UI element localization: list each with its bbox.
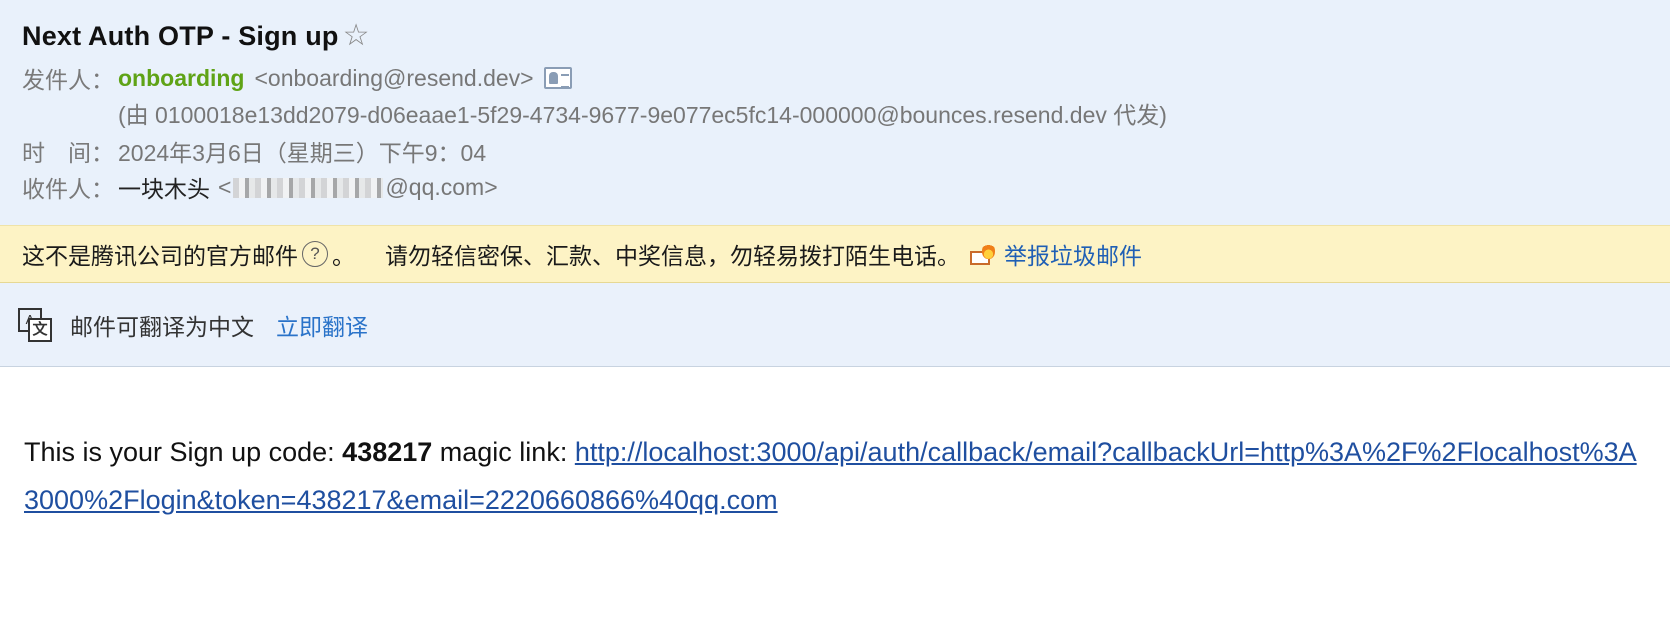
email-header: Next Auth OTP - Sign up ☆ 发件人： onboardin…	[0, 0, 1670, 225]
from-label: 发件人：	[22, 67, 114, 93]
signup-code: 438217	[342, 437, 433, 467]
warning-text: 这不是腾讯公司的官方邮件	[22, 243, 298, 269]
report-spam-icon[interactable]	[970, 243, 996, 265]
translate-now-link[interactable]: 立即翻译	[276, 308, 368, 342]
contact-card-icon[interactable]	[543, 67, 572, 89]
warning-period: 。	[332, 243, 355, 269]
recipient-name[interactable]: 一块木头	[118, 170, 210, 204]
security-warning-bar: 这不是腾讯公司的官方邮件 ? 。 请勿轻信密保、汇款、中奖信息，勿轻易拨打陌生电…	[0, 225, 1670, 283]
warning-tip: 请勿轻信密保、汇款、中奖信息，勿轻易拨打陌生电话。	[385, 243, 960, 269]
to-row: 收件人： 一块木头 < @qq.com>	[22, 171, 498, 203]
from-row: 发件人： onboarding <onboarding@resend.dev>	[22, 62, 572, 94]
translate-icon: A 文	[18, 307, 52, 342]
time-row: 时 间： 2024年3月6日（星期三）下午9：04	[22, 135, 486, 167]
translate-icon-b: 文	[28, 317, 52, 342]
recipient-address-suffix: @qq.com>	[385, 173, 498, 200]
recipient-address: < @qq.com>	[218, 174, 498, 201]
to-label: 收件人：	[22, 176, 114, 202]
body-middle: magic link:	[432, 437, 575, 467]
email-subject: Next Auth OTP - Sign up	[22, 20, 339, 51]
redacted-mask	[233, 178, 384, 199]
sender-address: <onboarding@resend.dev>	[254, 64, 534, 91]
star-icon[interactable]: ☆	[343, 21, 370, 51]
translate-bar: A 文 邮件可翻译为中文 立即翻译	[0, 283, 1670, 367]
translate-text: 邮件可翻译为中文	[70, 313, 254, 340]
body-prefix: This is your Sign up code:	[24, 437, 343, 467]
time-label: 时 间：	[22, 140, 114, 166]
sender-name[interactable]: onboarding	[118, 65, 244, 92]
help-icon[interactable]: ?	[302, 241, 328, 267]
sent-via: (由 0100018e13dd2079-d06eaae1-5f29-4734-9…	[118, 102, 1167, 128]
time-value: 2024年3月6日（星期三）下午9：04	[118, 140, 487, 166]
via-row: (由 0100018e13dd2079-d06eaae1-5f29-4734-9…	[118, 97, 1167, 129]
report-spam-link[interactable]: 举报垃圾邮件	[1004, 237, 1142, 271]
recipient-address-prefix: <	[218, 173, 232, 200]
email-body: This is your Sign up code: 438217 magic …	[24, 428, 1644, 524]
subject-row: Next Auth OTP - Sign up ☆	[22, 17, 370, 55]
